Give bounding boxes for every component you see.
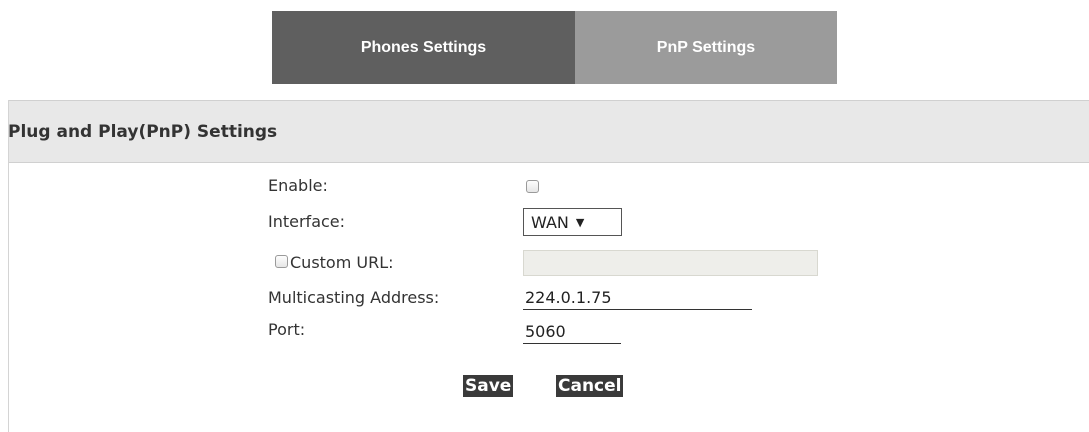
- settings-tabs: Phones Settings PnP Settings: [272, 11, 838, 84]
- custom-url-checkbox[interactable]: [275, 255, 288, 268]
- multicast-label: Multicasting Address:: [268, 288, 440, 307]
- tab-phones-settings[interactable]: Phones Settings: [272, 11, 575, 84]
- enable-row: Enable:: [0, 176, 1089, 198]
- panel-header: Plug and Play(PnP) Settings: [8, 100, 1089, 163]
- custom-url-input[interactable]: [523, 250, 818, 276]
- tab-pnp-settings-label: PnP Settings: [656, 38, 756, 56]
- custom-url-label: Custom URL:: [290, 253, 394, 272]
- tab-phones-settings-label: Phones Settings: [360, 38, 487, 56]
- panel-title: Plug and Play(PnP) Settings: [8, 121, 278, 142]
- multicast-address-input[interactable]: [523, 286, 752, 310]
- interface-select[interactable]: WAN ▼: [523, 208, 622, 236]
- cancel-button[interactable]: Cancel: [556, 375, 624, 397]
- dropdown-arrow-icon: ▼: [575, 215, 585, 229]
- enable-label: Enable:: [268, 176, 328, 195]
- multicast-row: Multicasting Address:: [0, 286, 1089, 314]
- port-input[interactable]: [523, 320, 621, 344]
- port-row: Port:: [0, 320, 1089, 348]
- custom-url-row: Custom URL:: [0, 250, 1089, 278]
- enable-checkbox[interactable]: [526, 180, 539, 193]
- port-label: Port:: [268, 320, 306, 339]
- tab-pnp-settings[interactable]: PnP Settings: [575, 11, 837, 84]
- interface-row: Interface: WAN ▼: [0, 208, 1089, 238]
- save-button[interactable]: Save: [463, 375, 514, 397]
- interface-select-value: WAN: [531, 212, 569, 232]
- interface-label: Interface:: [268, 212, 346, 231]
